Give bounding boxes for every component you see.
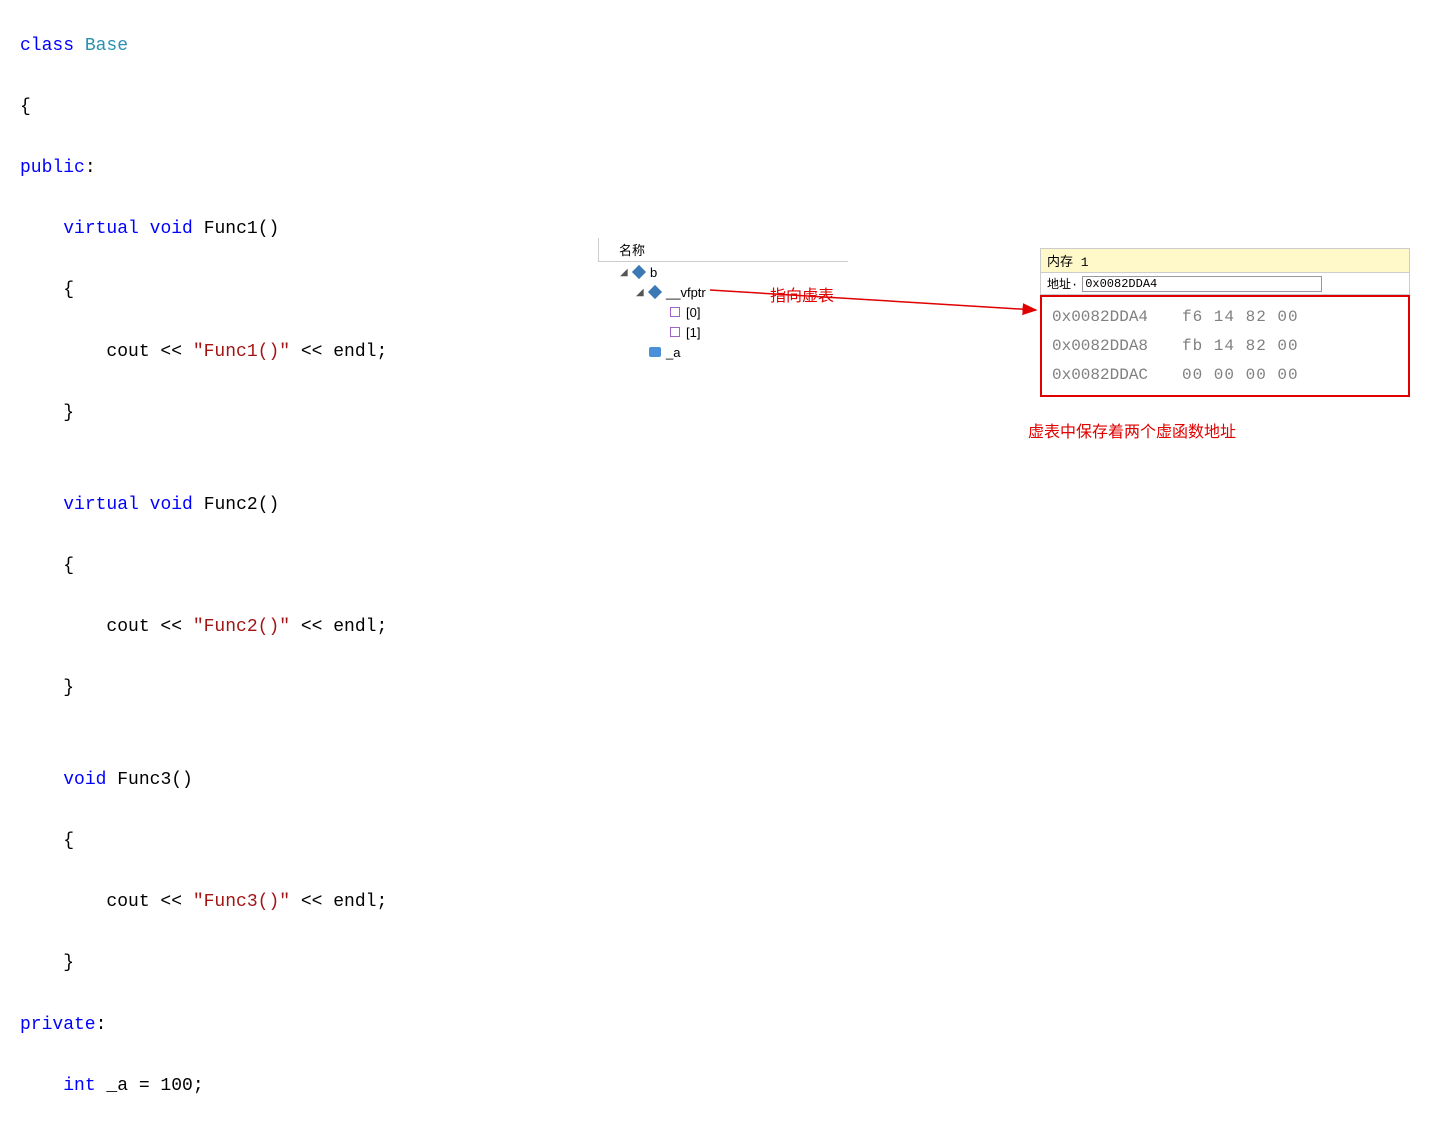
memory-bytes: 00 00 00 00 (1182, 361, 1299, 390)
tree-label: _a (666, 345, 680, 360)
memory-address-label: 地址· (1047, 275, 1078, 292)
tree-row-b[interactable]: ◢ b (598, 262, 848, 282)
expand-arrow-icon[interactable]: ◢ (620, 267, 632, 278)
memory-panel: 内存 1 地址· 0x0082DDA4f6 14 82 00 0x0082DDA… (1040, 248, 1410, 397)
tree-label: b (650, 265, 657, 280)
code-line: class Base (20, 31, 387, 62)
member-icon (668, 325, 682, 339)
code-line: cout << "Func3()" << endl; (20, 887, 387, 918)
expand-arrow-icon[interactable]: ◢ (636, 287, 648, 298)
code-line: cout << "Func1()" << endl; (20, 337, 387, 368)
code-line: virtual void Func1() (20, 214, 387, 245)
code-line: { (20, 275, 387, 306)
tree-row-field-a[interactable]: _a (598, 342, 848, 362)
memory-bytes: f6 14 82 00 (1182, 303, 1299, 332)
code-line: void Func3() (20, 765, 387, 796)
memory-bytes: fb 14 82 00 (1182, 332, 1299, 361)
code-line: public: (20, 153, 387, 184)
memory-row: 0x0082DDA4f6 14 82 00 (1052, 303, 1398, 332)
code-line: private: (20, 1010, 387, 1041)
code-line: { (20, 826, 387, 857)
memory-title: 内存 1 (1040, 248, 1410, 273)
code-line: } (20, 398, 387, 429)
code-line: virtual void Func2() (20, 490, 387, 521)
watch-header-name: 名称 (598, 238, 848, 262)
code-line: } (20, 673, 387, 704)
object-icon (632, 265, 646, 279)
tree-label: [0] (686, 305, 700, 320)
memory-data-region: 0x0082DDA4f6 14 82 00 0x0082DDA8fb 14 82… (1040, 295, 1410, 397)
memory-address-bar: 地址· (1040, 273, 1410, 295)
memory-row: 0x0082DDAC00 00 00 00 (1052, 361, 1398, 390)
memory-address: 0x0082DDAC (1052, 361, 1182, 390)
code-editor: class Base { public: virtual void Func1(… (20, 0, 387, 1132)
tree-row-index-1[interactable]: [1] (598, 322, 848, 342)
tree-label: [1] (686, 325, 700, 340)
memory-address: 0x0082DDA4 (1052, 303, 1182, 332)
field-icon (648, 345, 662, 359)
memory-row: 0x0082DDA8fb 14 82 00 (1052, 332, 1398, 361)
object-icon (648, 285, 662, 299)
annotation-points-to-vtable: 指向虚表 (770, 282, 834, 306)
tree-label: __vfptr (666, 285, 706, 300)
member-icon (668, 305, 682, 319)
memory-address: 0x0082DDA8 (1052, 332, 1182, 361)
code-line: { (20, 551, 387, 582)
code-line: cout << "Func2()" << endl; (20, 612, 387, 643)
memory-address-input[interactable] (1082, 276, 1322, 292)
annotation-vtable-contents: 虚表中保存着两个虚函数地址 (1028, 418, 1236, 442)
code-line: } (20, 948, 387, 979)
code-line: int _a = 100; (20, 1071, 387, 1102)
code-line: { (20, 92, 387, 123)
